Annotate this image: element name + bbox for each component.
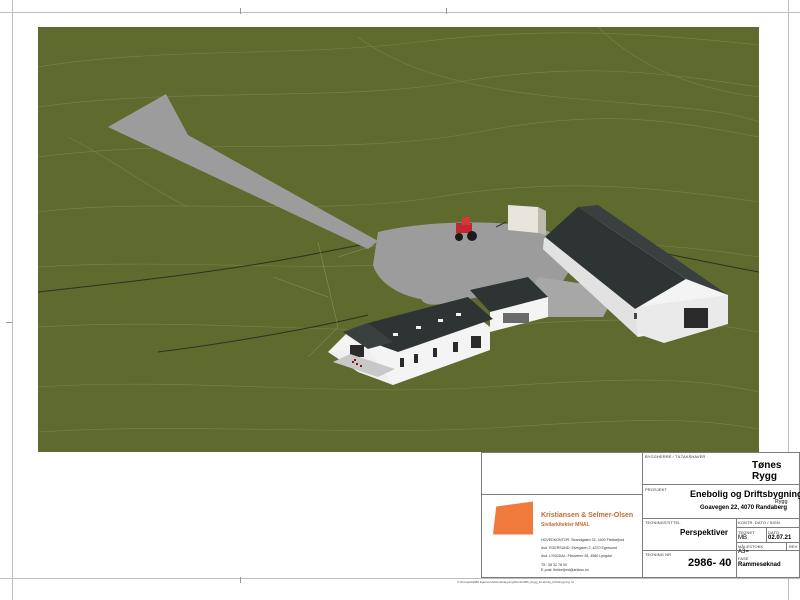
phase-value: Rammesøknad <box>738 562 781 568</box>
scale-value: A3= <box>738 549 749 555</box>
project-address: Goavegen 22, 4070 Randaberg <box>700 505 788 511</box>
frame-tick <box>6 322 12 323</box>
title-divider <box>642 518 800 519</box>
frame-tick <box>240 8 241 14</box>
firm-address-line: Avd. EGERSUND: Elvegaten 2, 4370 Egersun… <box>541 546 617 550</box>
title-divider-vertical <box>786 542 787 550</box>
drawn-value: MB <box>738 535 747 541</box>
firm-subtitle: Sivilarkitekter MNAL <box>541 522 590 528</box>
project-label: PROSJEKT <box>645 487 667 492</box>
perspective-render <box>38 27 759 452</box>
firm-address-line: HOVEDKONTOR: Strandgaten 32, 4400 Flekke… <box>541 538 625 542</box>
client-name: Tønes Rygg <box>752 460 782 482</box>
control-label: KONTR. DATO / SIGN <box>738 520 780 525</box>
date-value: 02.07.21 <box>768 535 792 541</box>
phase-label: FASE <box>738 556 749 561</box>
file-path-footer: K:\Prosjekt\2986 Egersund\Arbeidstegning… <box>457 580 575 584</box>
drawing-no-label: TEGNING NR <box>645 552 672 557</box>
client-label: BYGGHERRE / TILTAKSHAVER <box>645 454 706 459</box>
drawing-number: 2986- 40 <box>688 557 732 569</box>
frame-bottom-line <box>0 578 800 579</box>
title-divider <box>642 484 800 485</box>
title-divider <box>642 550 800 551</box>
title-divider-vertical <box>642 452 643 578</box>
project-name: Enebolig og Driftsbygning Tønes <box>690 489 800 499</box>
firm-name: Kristiansen & Selmer-Olsen <box>541 512 634 519</box>
frame-tick <box>240 577 241 583</box>
drawing-sheet: BYGGHERRE / TILTAKSHAVER Tønes Rygg PROS… <box>0 0 800 600</box>
drawing-title: Perspektiver <box>680 528 729 537</box>
title-divider <box>481 494 642 495</box>
frame-top-line <box>0 12 800 13</box>
rev-label: REV <box>789 544 798 549</box>
site-perspective-illustration <box>38 27 759 452</box>
frame-left-line <box>12 0 13 600</box>
firm-email: E-post: flekkefjord@arkkso.no <box>541 568 589 572</box>
firm-phone: Tlf.: 38 32 78 00 <box>541 563 567 567</box>
title-divider <box>736 527 800 528</box>
title-divider-vertical <box>766 527 767 542</box>
drawing-title-label: TEGNINGSTITTEL <box>645 520 681 525</box>
firm-address-line: Avd. LYNGDAL: Fiboveien 28, 4580 Lyngdal <box>541 554 612 558</box>
frame-tick <box>446 8 447 14</box>
title-divider <box>736 542 800 543</box>
